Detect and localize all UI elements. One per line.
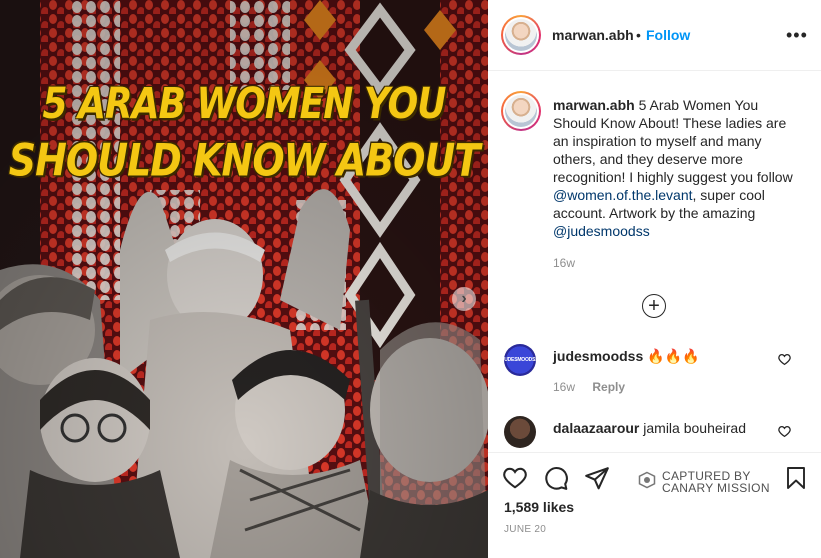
comment-body: dalaazaarour jamila bouheirad [553,420,746,436]
heart-icon[interactable] [778,353,791,366]
post-date[interactable]: JUNE 20 [504,524,546,535]
post-actions: CAPTURED BY CANARY MISSION 1,589 likes J… [488,452,821,558]
post-headline-line2: SHOULD KNOW ABOUT [8,134,480,186]
comment-body: judesmoodss 🔥🔥🔥 [553,348,699,365]
caption-username[interactable]: marwan.abh [553,97,635,113]
caption-timestamp[interactable]: 16w [553,256,575,270]
watermark-text: CAPTURED BY CANARY MISSION [662,470,770,494]
comment-meta: 16w Reply [553,380,625,394]
reply-button[interactable]: Reply [592,380,625,394]
plus-circle-icon: + [648,295,660,317]
post-header: marwan.abh • Follow ••• [488,0,821,71]
comment-text: jamila bouheirad [643,420,746,436]
mention-link[interactable]: @women.of.the.levant [553,187,693,203]
post-media[interactable]: 5 ARAB WOMEN YOU SHOULD KNOW ABOUT › [0,0,488,558]
post-caption: marwan.abh 5 Arab Women You Should Know … [553,96,803,240]
author-username[interactable]: marwan.abh [552,27,634,43]
comment-icon[interactable] [543,465,569,491]
heart-icon[interactable] [778,425,791,438]
commenter-avatar[interactable]: JUDESMOODSS [502,344,539,376]
heart-icon[interactable] [502,465,528,491]
post-sidebar: marwan.abh • Follow ••• marwan.abh 5 Ara… [488,0,821,558]
load-more-comments-button[interactable]: + [642,294,666,318]
canary-mission-logo [638,471,656,489]
follow-button[interactable]: Follow [646,27,690,43]
share-icon[interactable] [584,465,610,491]
comment-text: 🔥🔥🔥 [647,348,700,364]
separator-dot: • [636,27,641,43]
mention-link[interactable]: @judesmoodss [553,223,650,239]
post-headline-line1: 5 ARAB WOMEN YOU [42,80,446,129]
commenter-username[interactable]: judesmoodss [553,348,643,364]
like-count[interactable]: 1,589 likes [504,499,574,515]
commenter-avatar[interactable] [504,416,536,448]
caption-avatar[interactable] [501,91,541,131]
author-avatar[interactable] [501,15,541,55]
comments-section[interactable]: marwan.abh 5 Arab Women You Should Know … [488,72,821,460]
next-slide-button[interactable]: › [452,287,476,311]
commenter-username[interactable]: dalaazaarour [553,420,639,436]
watermark-line2: CANARY MISSION [662,481,770,495]
more-horizontal-icon[interactable]: ••• [786,26,808,44]
chevron-right-icon: › [461,290,467,307]
bookmark-icon[interactable] [784,465,808,491]
comment-timestamp[interactable]: 16w [553,380,575,394]
